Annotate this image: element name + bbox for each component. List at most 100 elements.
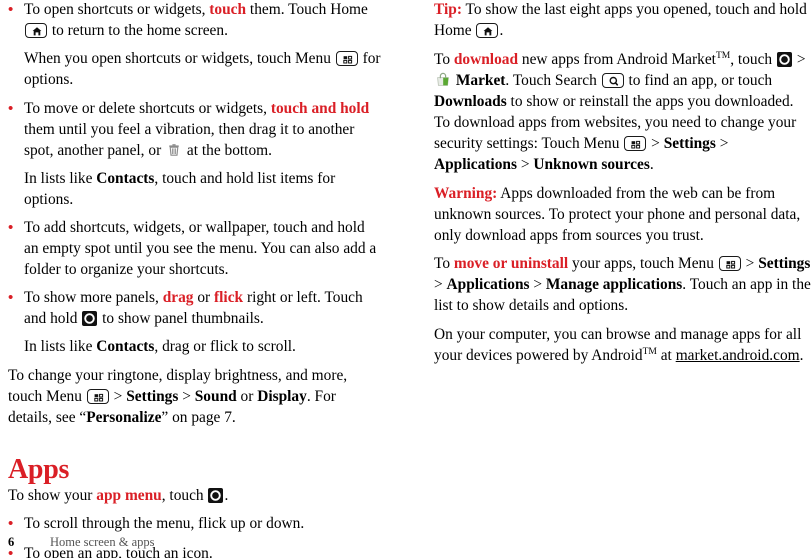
text-run: >: [715, 134, 729, 152]
text-run-bold: Display: [257, 388, 307, 405]
text-run: In lists like: [24, 169, 97, 187]
text-run: When you open shortcuts or widgets, touc…: [24, 49, 335, 67]
bullet-marker: •: [8, 219, 14, 237]
sub-paragraph: In lists like Contacts, drag or flick to…: [24, 337, 382, 358]
tip-paragraph: Tip: To show the last eight apps you ope…: [434, 0, 812, 42]
trademark-symbol: TM: [642, 346, 657, 358]
search-key-icon: [601, 72, 624, 88]
text-run-bold: Manage applications: [545, 276, 683, 294]
right-column: Tip: To show the last eight apps you ope…: [434, 0, 812, 375]
text-run: To: [434, 51, 454, 68]
footer-section-title: Home screen & apps: [50, 535, 155, 549]
apps-intro-paragraph: To show your app menu, touch .: [8, 486, 382, 507]
text-run-highlight: download: [453, 51, 519, 68]
text-run: >: [516, 155, 534, 173]
text-run: >: [178, 388, 195, 405]
sub-paragraph: In lists like Contacts, touch and hold l…: [24, 169, 382, 211]
home-key-icon: [476, 22, 499, 38]
list-item-text: To show more panels, drag or flick right…: [24, 288, 382, 330]
text-run-highlight: touch and hold: [270, 99, 370, 117]
manual-page: • To open shortcuts or widgets, touch th…: [0, 0, 812, 558]
text-run-highlight: drag: [162, 289, 194, 307]
text-run: at: [656, 347, 676, 365]
text-run: >: [647, 134, 664, 152]
text-run: >: [434, 276, 447, 294]
list-item: • To scroll through the menu, flick up o…: [8, 514, 382, 535]
menu-key-icon: [335, 50, 358, 66]
text-run: >: [529, 276, 546, 294]
text-run: In lists like: [24, 338, 97, 356]
tip-label: Tip:: [434, 1, 462, 18]
text-run: at the bottom.: [183, 141, 272, 159]
page-footer: 6 Home screen & apps: [8, 535, 508, 550]
list-item-text: To scroll through the menu, flick up or …: [24, 515, 305, 533]
text-run-bold: Market: [452, 71, 506, 89]
text-run-bold: Settings: [663, 134, 716, 152]
text-run-highlight: flick: [214, 289, 244, 307]
text-run: >: [792, 51, 806, 68]
market-bag-icon: [435, 72, 451, 88]
bullet-marker: •: [8, 1, 14, 18]
list-item-text: To add shortcuts, widgets, or wallpaper,…: [24, 219, 377, 279]
text-run: new apps from Android Market: [518, 51, 716, 68]
text-run-bold: Sound: [194, 388, 237, 405]
app-menu-icon: [82, 311, 98, 327]
list-item: • To move or delete shortcuts or widgets…: [8, 99, 382, 162]
list-item-text: To open shortcuts or widgets, touch them…: [24, 0, 382, 42]
settings-paragraph: To change your ringtone, display brightn…: [8, 366, 382, 429]
bullet-marker: •: [8, 99, 14, 117]
text-run: your apps, touch Menu: [568, 255, 718, 273]
list-item-text: To move or delete shortcuts or widgets, …: [24, 99, 382, 162]
list-item: • To show more panels, drag or flick rig…: [8, 288, 382, 330]
menu-key-icon: [718, 256, 741, 272]
page-number: 6: [8, 535, 15, 549]
text-run: ” on page 7.: [161, 408, 236, 426]
text-run: .: [649, 155, 654, 173]
text-run: , touch: [161, 487, 208, 505]
computer-paragraph: On your computer, you can browse and man…: [434, 325, 812, 367]
text-run: to show panel thumbnails.: [98, 310, 264, 328]
list-item: • To add shortcuts, widgets, or wallpape…: [8, 218, 382, 281]
text-run: to find an app, or touch: [624, 71, 773, 89]
text-run-highlight: move or uninstall: [453, 255, 569, 273]
left-column: • To open shortcuts or widgets, touch th…: [8, 0, 382, 558]
sub-paragraph: When you open shortcuts or widgets, touc…: [24, 49, 382, 91]
text-run: To show your: [8, 487, 97, 505]
text-run-bold: Personalize: [86, 408, 162, 426]
text-run: To: [434, 255, 454, 273]
warning-label: Warning:: [434, 184, 498, 202]
download-paragraph: To download new apps from Android Market…: [434, 50, 812, 176]
text-run: , touch: [730, 51, 776, 68]
text-run-bold: Settings: [758, 255, 811, 273]
text-run: .: [799, 347, 804, 365]
text-run-bold: Applications: [434, 155, 517, 173]
text-run-bold: Contacts: [96, 169, 155, 187]
text-run-bold: Contacts: [96, 338, 155, 356]
text-run-highlight: touch: [209, 1, 247, 18]
text-run: >: [109, 388, 127, 405]
bullet-marker: •: [8, 515, 14, 533]
app-menu-icon: [208, 488, 224, 504]
text-run: To show more panels,: [24, 289, 163, 307]
market-url-link[interactable]: market.android.com: [676, 347, 800, 364]
text-run: To move or delete shortcuts or widgets,: [24, 99, 271, 117]
text-run: .: [224, 487, 229, 505]
text-run: To open shortcuts or widgets,: [24, 1, 210, 18]
home-key-icon: [25, 22, 47, 38]
uninstall-paragraph: To move or uninstall your apps, touch Me…: [434, 254, 812, 317]
text-run: or: [236, 388, 258, 405]
app-menu-icon: [776, 52, 792, 67]
trademark-symbol: TM: [715, 49, 731, 61]
warning-paragraph: Warning: Apps downloaded from the web ca…: [434, 184, 812, 247]
trash-icon: [166, 142, 182, 158]
text-run: >: [741, 255, 759, 273]
text-run: them. Touch Home: [246, 1, 368, 18]
menu-key-icon: [86, 389, 109, 404]
page-title: Apps: [8, 453, 70, 485]
text-run-highlight: app menu: [96, 487, 162, 505]
text-run: to return to the home screen.: [48, 21, 228, 39]
text-run: .: [499, 21, 504, 39]
text-run-bold: Unknown sources: [533, 155, 650, 173]
list-item: • To open shortcuts or widgets, touch th…: [8, 0, 382, 42]
text-run: , drag or flick to scroll.: [154, 338, 296, 356]
